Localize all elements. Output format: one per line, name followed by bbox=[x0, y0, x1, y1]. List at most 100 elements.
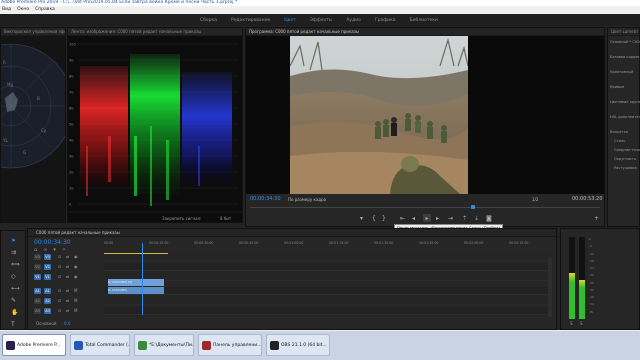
taskbar-item-2[interactable]: *E:\Документы\Пи... bbox=[134, 334, 194, 356]
sync-icon[interactable]: ⇄ bbox=[66, 273, 69, 281]
slip-tool-icon[interactable]: ⟷ bbox=[11, 285, 20, 292]
lock-icon[interactable]: ⊡ bbox=[58, 297, 61, 305]
track-target-toggle[interactable]: V2 bbox=[44, 264, 51, 270]
taskbar-item-3[interactable]: Панель управлени... bbox=[198, 334, 262, 356]
camera-icon[interactable]: ◙ bbox=[486, 215, 492, 222]
eye-icon[interactable]: M bbox=[74, 297, 77, 305]
menu-item-window[interactable]: Окно bbox=[17, 6, 29, 14]
track-source-patch[interactable]: A1 bbox=[34, 288, 41, 294]
lock-icon[interactable]: ⊡ bbox=[58, 307, 61, 315]
master-track-value[interactable]: 0,0 bbox=[64, 321, 70, 326]
taskbar-item-0[interactable]: Adobe Premiere P... bbox=[2, 334, 66, 356]
tab-libraries[interactable]: Библиотеки bbox=[409, 18, 437, 23]
track-source-patch[interactable]: V2 bbox=[34, 264, 41, 270]
pen-tool-icon[interactable]: ✎ bbox=[11, 297, 16, 304]
tab-editing[interactable]: Редактирование bbox=[231, 18, 270, 23]
text-tool-icon[interactable]: T bbox=[11, 321, 15, 328]
tab-color[interactable]: Цвет bbox=[284, 18, 296, 23]
track-lane[interactable] bbox=[104, 307, 550, 315]
play-stop-icon[interactable]: ▸ bbox=[423, 214, 431, 222]
program-fit-select[interactable]: По размеру кадра bbox=[288, 197, 326, 202]
step-back-icon[interactable]: ◂ bbox=[412, 215, 415, 222]
sync-icon[interactable]: ⇄ bbox=[66, 297, 69, 305]
go-to-in-icon[interactable]: ⇤ bbox=[400, 215, 405, 222]
track-source-patch[interactable]: A2 bbox=[34, 298, 41, 304]
taskbar-item-4[interactable]: OBS 21.1.0 (64 bit... bbox=[266, 334, 330, 356]
selection-tool-icon[interactable]: ➤ bbox=[11, 237, 16, 244]
program-resolution-select[interactable]: 1/2 bbox=[532, 197, 538, 202]
lock-icon[interactable]: ⊡ bbox=[58, 273, 61, 281]
sync-icon[interactable]: ⇄ bbox=[66, 253, 69, 261]
track-source-patch[interactable]: A3 bbox=[34, 308, 41, 314]
meter-scale-label: -54 bbox=[589, 302, 594, 307]
sync-icon[interactable]: ⇄ bbox=[66, 263, 69, 271]
timeline-scrollbar[interactable] bbox=[548, 257, 552, 317]
time-ruler[interactable]: 00:00 00:00:15:00 00:00:30:00 00:00:45:00 00… bbox=[104, 241, 554, 251]
program-scrubber[interactable] bbox=[250, 205, 600, 210]
lock-icon[interactable]: ⊡ bbox=[58, 253, 61, 261]
work-area-bar[interactable] bbox=[104, 253, 554, 254]
timeline-tab[interactable]: C000 пятой редакт начальные приказы bbox=[28, 229, 556, 237]
taskbar-item-1[interactable]: Total Commander (... bbox=[70, 334, 130, 356]
eye-icon[interactable]: M bbox=[74, 287, 77, 295]
tab-graphics[interactable]: Графика bbox=[375, 18, 396, 23]
extract-icon[interactable]: ⇣ bbox=[474, 215, 479, 222]
timeline-timecode[interactable]: 00:00:34:30 bbox=[34, 239, 71, 246]
meter-scale-label: -48 bbox=[589, 295, 594, 300]
track-target-toggle[interactable]: A1 bbox=[44, 288, 51, 294]
lumetri-section-4[interactable]: Цветовые круги bbox=[610, 100, 640, 115]
sync-icon[interactable]: ⇄ bbox=[66, 307, 69, 315]
program-viewer[interactable] bbox=[246, 36, 604, 194]
track-target-toggle[interactable]: A2 bbox=[44, 298, 51, 304]
lumetri-section-6[interactable]: Виньетка bbox=[610, 130, 640, 139]
eye-icon[interactable]: ◉ bbox=[74, 263, 78, 271]
mark-out-icon[interactable]: { bbox=[372, 215, 376, 222]
mark-out-bracket-icon[interactable]: } bbox=[382, 215, 386, 222]
lumetri-section-3[interactable]: Кривые bbox=[610, 85, 640, 100]
parade-bit-depth[interactable]: 8 бит bbox=[220, 216, 232, 221]
lumetri-section-10[interactable]: Растушевка bbox=[610, 166, 640, 175]
track-lane[interactable] bbox=[104, 253, 550, 261]
lumetri-section-7[interactable]: Стиль bbox=[610, 139, 640, 148]
lumetri-section-2[interactable]: Креативный bbox=[610, 70, 640, 85]
clip-video[interactable]: fx C000.MP4 [V] bbox=[108, 279, 164, 286]
hand-tool-icon[interactable]: ✋ bbox=[11, 309, 18, 316]
eye-icon[interactable]: ◉ bbox=[74, 273, 78, 281]
program-playhead[interactable] bbox=[471, 205, 476, 209]
lumetri-section-1[interactable]: Базовая коррекция bbox=[610, 55, 640, 70]
meter-solo-left[interactable]: S bbox=[570, 321, 573, 326]
lock-icon[interactable]: ⊡ bbox=[58, 263, 61, 271]
lumetri-section-0[interactable]: Основной * C000 bbox=[610, 40, 640, 55]
step-forward-icon[interactable]: ▸ bbox=[436, 215, 439, 222]
track-lane[interactable] bbox=[104, 297, 550, 305]
eye-icon[interactable]: M bbox=[74, 307, 77, 315]
lift-icon[interactable]: ⇡ bbox=[462, 215, 467, 222]
menu-item-view[interactable]: Вид bbox=[2, 6, 11, 14]
eye-icon[interactable]: ◉ bbox=[74, 253, 78, 261]
menu-item-help[interactable]: Справка bbox=[35, 6, 55, 14]
track-source-patch[interactable]: V1 bbox=[34, 274, 41, 280]
tab-assembly[interactable]: Сборка bbox=[200, 18, 217, 23]
tab-audio[interactable]: Аудио bbox=[346, 18, 361, 23]
track-target-toggle[interactable]: V1 bbox=[44, 274, 51, 280]
clip-audio[interactable]: fx C000.MP4 bbox=[108, 287, 164, 294]
track-select-tool-icon[interactable]: ⇉ bbox=[11, 249, 16, 256]
mark-in-icon[interactable]: ▾ bbox=[360, 215, 363, 222]
track-target-toggle[interactable]: A3 bbox=[44, 308, 51, 314]
add-button-icon[interactable]: + bbox=[594, 215, 599, 222]
go-to-out-icon[interactable]: ⇥ bbox=[448, 215, 453, 222]
track-lane[interactable] bbox=[104, 263, 550, 271]
razor-tool-icon[interactable]: ◇ bbox=[11, 273, 16, 280]
program-timecode[interactable]: 00:00:34:30 bbox=[250, 196, 281, 202]
lumetri-section-8[interactable]: Средние точки bbox=[610, 148, 640, 157]
lumetri-section-9[interactable]: Округлость bbox=[610, 157, 640, 166]
lock-icon[interactable]: ⊡ bbox=[58, 287, 61, 295]
tab-effects[interactable]: Эффекты bbox=[310, 18, 333, 23]
track-target-toggle[interactable]: V3 bbox=[44, 254, 51, 260]
lumetri-section-5[interactable]: HSL дополнительно bbox=[610, 115, 640, 130]
timeline-playhead[interactable] bbox=[142, 243, 144, 315]
sync-icon[interactable]: ⇄ bbox=[66, 287, 69, 295]
track-source-patch[interactable]: V3 bbox=[34, 254, 41, 260]
meter-solo-right[interactable]: S bbox=[580, 321, 583, 326]
ripple-edit-tool-icon[interactable]: ⟺ bbox=[11, 261, 20, 268]
